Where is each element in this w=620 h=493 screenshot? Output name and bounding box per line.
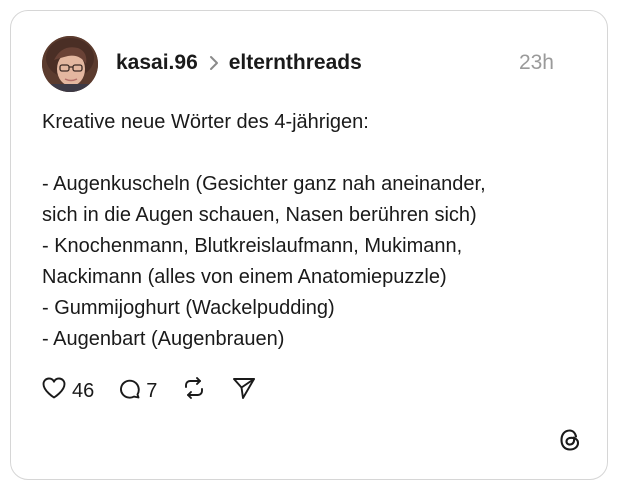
post-header: kasai.96 elternthreads xyxy=(116,49,362,77)
reply-button[interactable]: 7 xyxy=(117,376,157,406)
post-text-line: sich in die Augen schauen, Nasen berühre… xyxy=(42,204,477,226)
post-timestamp: 23h xyxy=(518,51,554,74)
chevron-right-icon xyxy=(209,55,219,71)
post-text-line: - Augenbart (Augenbrauen) xyxy=(42,328,285,350)
speech-bubble-icon xyxy=(117,376,141,406)
post-text-line: Kreative neue Wörter des 4-jährigen: xyxy=(42,111,369,133)
action-bar: 46 7 xyxy=(41,376,257,406)
like-button[interactable]: 46 xyxy=(41,376,94,406)
share-button[interactable] xyxy=(231,375,257,407)
reply-count: 7 xyxy=(146,379,158,402)
post-text-line: Nackimann (alles von einem Anatomiepuzzl… xyxy=(42,266,447,288)
post-text-blank-line xyxy=(42,138,582,169)
post-text: Kreative neue Wörter des 4-jährigen: - A… xyxy=(42,107,582,355)
post-text-line: - Knochenmann, Blutkreislaufmann, Mukima… xyxy=(42,235,463,257)
threads-logo-icon[interactable] xyxy=(557,427,583,453)
repost-icon xyxy=(181,375,207,407)
repost-button[interactable] xyxy=(181,375,207,407)
author-username[interactable]: kasai.96 xyxy=(116,51,198,75)
post-text-line: - Gummijoghurt (Wackelpudding) xyxy=(42,297,335,319)
send-icon xyxy=(231,375,257,407)
like-count: 46 xyxy=(72,379,95,402)
heart-icon xyxy=(41,376,67,406)
post-text-line: - Augenkuscheln (Gesichter ganz nah anei… xyxy=(42,173,486,195)
thread-post-card: kasai.96 elternthreads 23h Kreative neue… xyxy=(10,10,608,480)
avatar[interactable] xyxy=(42,36,98,92)
community-name[interactable]: elternthreads xyxy=(229,51,362,75)
